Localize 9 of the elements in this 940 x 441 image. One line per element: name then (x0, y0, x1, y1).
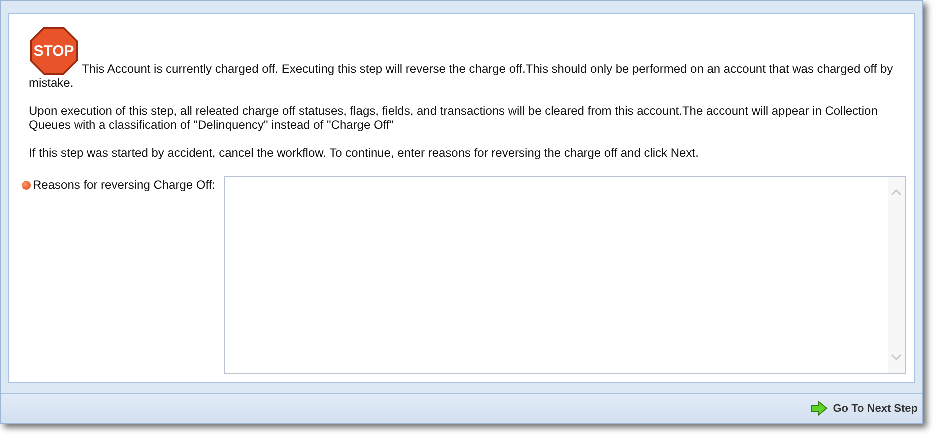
reasons-field[interactable] (224, 176, 906, 374)
next-step-button[interactable]: Go To Next Step (811, 401, 918, 416)
field-label: Reasons for reversing Charge Off: (33, 178, 216, 192)
arrow-right-icon (811, 401, 828, 416)
info-text: If this step was started by accident, cancel the workflow. To continue, enter reasons for reversing the charge off and click Next. (29, 146, 700, 160)
scroll-up-icon[interactable] (891, 189, 902, 196)
info-text: Upon execution of this step, all releated charge off statuses, flags, fields, and transactions will be cleared from this account.The account will appear in Collection Queues with a classification of "Delinquency" instead of "Charge Off" (29, 104, 879, 132)
scroll-down-icon[interactable] (891, 354, 902, 361)
stop-sign-icon: STOP (29, 26, 79, 76)
